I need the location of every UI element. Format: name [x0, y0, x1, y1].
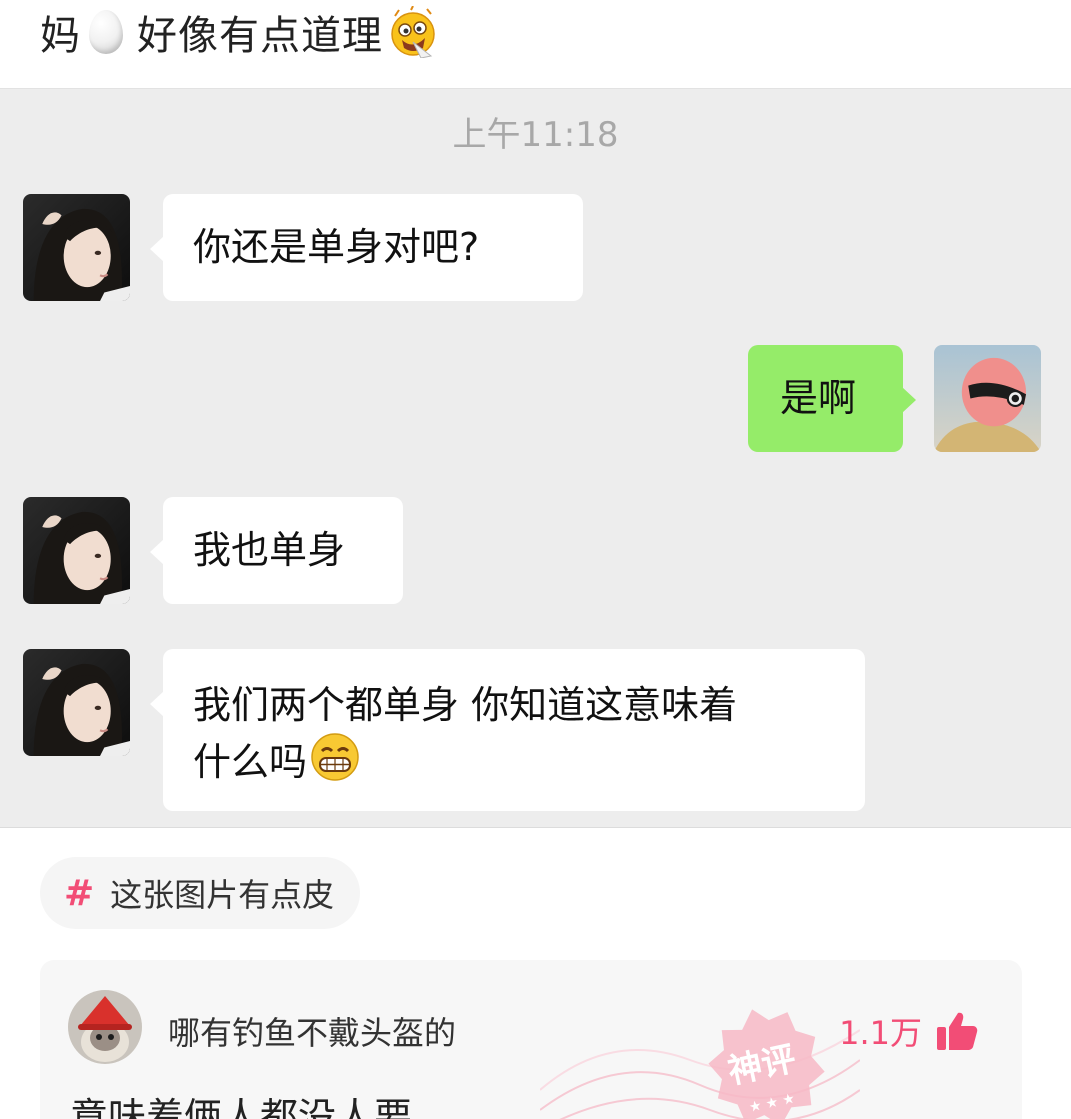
- avatar-girl[interactable]: [23, 649, 130, 756]
- topic-tag[interactable]: # 这张图片有点皮: [40, 857, 361, 929]
- post-title-text-2: 好像有点道理: [137, 13, 383, 59]
- chat-screenshot: 上午11:18 你还是单身对吧? 是啊 我也单身 我们两个都单身 你知道这意味着: [0, 88, 1071, 828]
- grinning-face-emoji: [311, 733, 359, 781]
- avatar-girl[interactable]: [23, 194, 130, 301]
- message-text-line1: 我们两个都单身 你知道这意味着: [193, 683, 738, 727]
- message-bubble-received[interactable]: 我也单身: [150, 497, 403, 604]
- topic-label: 这张图片有点皮: [110, 876, 335, 914]
- comment-text: 意味着俩人都没人要: [70, 1095, 413, 1119]
- avatar-masked-person[interactable]: [934, 345, 1041, 452]
- like-group[interactable]: 1.1万: [839, 1008, 978, 1054]
- commenter-avatar[interactable]: [68, 990, 142, 1064]
- post-title: 妈 好像有点道理: [40, 2, 439, 62]
- avatar-girl[interactable]: [23, 497, 130, 604]
- top-comment-card[interactable]: 哪有钓鱼不戴头盔的 神评 ★ ★ ★ 1.1万 意味着俩人都没人要: [40, 960, 1022, 1119]
- commenter-username[interactable]: 哪有钓鱼不戴头盔的: [168, 1008, 456, 1054]
- chat-timestamp: 上午11:18: [452, 115, 619, 155]
- message-bubble-received[interactable]: 你还是单身对吧?: [150, 194, 583, 301]
- message-text-line2-text: 什么吗: [193, 740, 308, 784]
- post-title-text: 妈: [40, 13, 81, 59]
- message-bubble-sent[interactable]: 是啊: [748, 345, 916, 452]
- hot-comment-stamp-icon: 神评 ★ ★ ★: [540, 1009, 860, 1119]
- post-page: 妈 好像有点道理 上午11:18 你还是单身对吧? 是啊 我也单身 我们两个都单…: [0, 0, 1071, 1119]
- thumb-up-icon[interactable]: [936, 1010, 978, 1052]
- message-text: 我也单身: [193, 528, 346, 572]
- egg-icon: [89, 10, 123, 54]
- message-bubble-received[interactable]: 我们两个都单身 你知道这意味着 什么吗: [150, 649, 865, 811]
- message-text: 是啊: [780, 376, 857, 420]
- message-text-line2: 什么吗: [193, 731, 835, 788]
- crazy-face-emoji: [391, 6, 435, 58]
- hashtag-icon: #: [64, 872, 95, 914]
- like-count: 1.1万: [839, 1014, 922, 1052]
- message-text: 你还是单身对吧?: [193, 225, 480, 269]
